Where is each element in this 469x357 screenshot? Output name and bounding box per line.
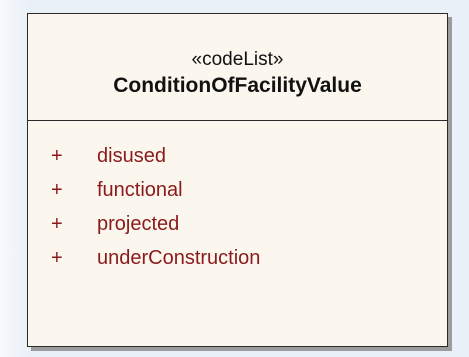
attribute-row[interactable]: + underConstruction — [51, 241, 447, 275]
attribute-row[interactable]: + functional — [51, 173, 447, 207]
attribute-row[interactable]: + disused — [51, 139, 447, 173]
uml-class-box[interactable]: «codeList» ConditionOfFacilityValue + di… — [27, 13, 448, 347]
class-stereotype: «codeList» — [191, 49, 284, 70]
diagram-canvas: «codeList» ConditionOfFacilityValue + di… — [0, 0, 469, 357]
visibility-marker: + — [51, 144, 63, 167]
class-name: ConditionOfFacilityValue — [113, 74, 362, 97]
visibility-marker: + — [51, 178, 63, 201]
attribute-name: functional — [97, 178, 183, 201]
attribute-name: disused — [97, 144, 166, 167]
visibility-marker: + — [51, 212, 63, 235]
attribute-name: underConstruction — [97, 246, 261, 269]
attribute-name: projected — [97, 212, 180, 235]
attribute-compartment: + disused + functional + projected + und… — [28, 121, 447, 275]
visibility-marker: + — [51, 246, 63, 269]
attribute-row[interactable]: + projected — [51, 207, 447, 241]
class-header: «codeList» ConditionOfFacilityValue — [28, 14, 447, 121]
